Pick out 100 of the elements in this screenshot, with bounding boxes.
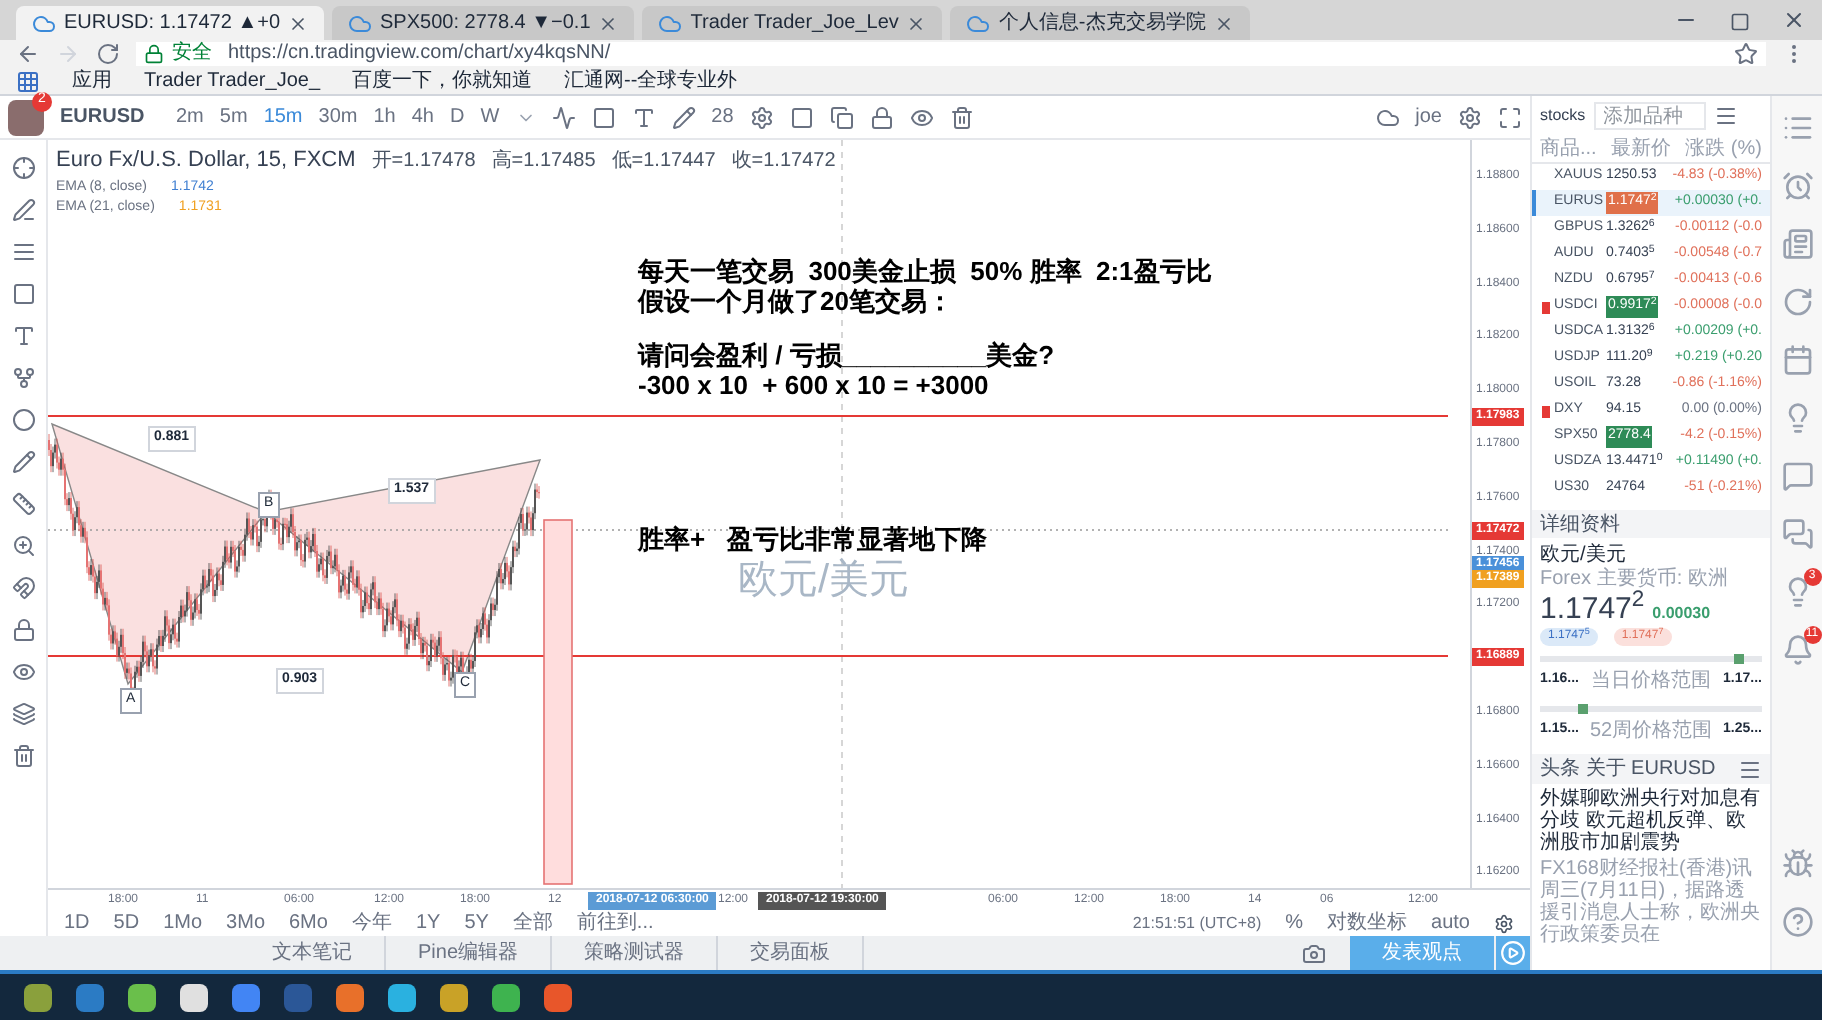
symbol-field[interactable]: EURUSD	[60, 102, 160, 132]
legend-title[interactable]: Euro Fx/U.S. Dollar, 15, FXCM	[56, 144, 356, 177]
rectangle-icon[interactable]	[591, 105, 616, 129]
details-header[interactable]: 详细资料	[1532, 510, 1770, 538]
ohlc-value: 低=1.17447	[611, 147, 716, 176]
maximize-icon[interactable]	[1730, 12, 1750, 32]
pencil-icon[interactable]	[671, 105, 696, 129]
range-label: 52周价格范围	[1589, 717, 1713, 746]
browser-tab[interactable]: EURUSD: 1.17472 ▲+0	[16, 6, 325, 40]
fork-icon[interactable]	[11, 366, 35, 390]
chart-type-icon[interactable]	[551, 105, 576, 129]
range-button[interactable]: 1Mo	[163, 913, 203, 933]
taskbar-app-icon[interactable]	[128, 983, 156, 1011]
range-button[interactable]: 5D	[113, 913, 140, 933]
interval-button[interactable]: 30m	[318, 102, 358, 132]
range-button[interactable]: 今年	[351, 913, 392, 933]
close-icon[interactable]	[598, 13, 619, 33]
interval-button[interactable]: 1h	[373, 102, 396, 132]
font-size-select[interactable]: 28	[711, 102, 734, 132]
range-button[interactable]: 5Y	[464, 913, 489, 933]
apps-icon[interactable]	[16, 69, 40, 93]
menu-icon[interactable]	[1738, 757, 1762, 781]
chart-watermark: 欧元/美元	[738, 556, 910, 606]
lock-icon[interactable]	[11, 618, 35, 642]
text-icon[interactable]	[631, 105, 656, 129]
interval-button[interactable]: 2m	[176, 102, 204, 132]
close-icon[interactable]	[906, 13, 927, 33]
layers-icon[interactable]	[11, 702, 35, 726]
trend-line-icon[interactable]	[11, 198, 35, 222]
zoom-icon[interactable]	[11, 534, 35, 558]
browser-tab[interactable]: Trader Trader_Joe_Lev	[642, 6, 943, 40]
settings-icon[interactable]	[1494, 913, 1514, 933]
chart-note: -300 x 10 + 600 x 10 = +3000	[638, 370, 991, 400]
taskbar-app-icon[interactable]	[336, 983, 364, 1011]
close-icon[interactable]	[288, 13, 309, 33]
settings-icon[interactable]	[749, 105, 774, 129]
interval-button[interactable]: D	[449, 102, 465, 132]
auto-scale-toggle[interactable]: auto	[1431, 913, 1470, 933]
copy-icon[interactable]	[829, 105, 854, 129]
lock-icon[interactable]	[869, 105, 894, 129]
taskbar-app-icon[interactable]	[388, 983, 416, 1011]
circle-icon[interactable]	[11, 408, 35, 432]
taskbar-app-icon[interactable]	[24, 983, 52, 1011]
ruler-icon[interactable]	[11, 492, 35, 516]
taskbar-app-icon[interactable]	[440, 983, 468, 1011]
magnet-icon[interactable]	[11, 576, 35, 600]
range-button[interactable]: 3Mo	[226, 913, 265, 933]
bookmark-link[interactable]: Trader Trader_Joe_	[144, 71, 321, 91]
chart-note: 胜率+ 盈亏比非常显著地下降	[638, 522, 987, 558]
fill-icon[interactable]	[789, 105, 814, 129]
menu-icon[interactable]	[1713, 104, 1738, 128]
eye-icon[interactable]	[909, 105, 934, 129]
range-button[interactable]: 6Mo	[289, 913, 328, 933]
settings-icon[interactable]	[1458, 105, 1482, 129]
close-icon[interactable]	[1782, 8, 1806, 32]
browser-tab[interactable]: 个人信息-杰克交易学院	[950, 6, 1250, 40]
trash-icon[interactable]	[949, 105, 974, 129]
add-symbol-field[interactable]: 添加品种	[1593, 102, 1706, 130]
bookmark-link[interactable]: 汇通网--全球专业外	[564, 71, 738, 91]
user-menu[interactable]: joe	[1415, 102, 1442, 132]
back-icon[interactable]	[16, 42, 40, 66]
camera-icon[interactable]	[1302, 941, 1326, 965]
crosshair-icon[interactable]	[11, 156, 35, 180]
bell-icon[interactable]	[1781, 634, 1813, 666]
lines-icon[interactable]	[11, 240, 35, 264]
percent-toggle[interactable]: %	[1285, 913, 1304, 933]
log-scale-toggle[interactable]: 对数坐标	[1327, 913, 1408, 933]
goto-button[interactable]: 前往到...	[576, 913, 654, 933]
interval-button[interactable]: 4h	[411, 102, 434, 132]
interval-button[interactable]: W	[480, 102, 500, 132]
lock-icon	[144, 44, 164, 64]
text-icon[interactable]	[11, 324, 35, 348]
range-button[interactable]: 1Y	[415, 913, 441, 933]
close-icon[interactable]	[1213, 13, 1234, 33]
bookmark-link[interactable]: 百度一下，你就知道	[352, 71, 533, 91]
taskbar-app-icon[interactable]	[180, 983, 208, 1011]
address-field[interactable]: 安全 https://cn.tradingview.com/chart/xy4kqsNN/	[136, 42, 1766, 66]
watchlist-name[interactable]: stocks	[1540, 104, 1586, 128]
browser-tab[interactable]: SPX500: 2778.4 ▼−0.1	[332, 6, 635, 40]
cloud-icon[interactable]	[1375, 105, 1400, 129]
eye-icon[interactable]	[11, 660, 35, 684]
column-header[interactable]: 商品...	[1540, 134, 1597, 164]
trash-icon[interactable]	[11, 744, 35, 768]
range-button[interactable]: 1D	[64, 913, 90, 933]
column-header[interactable]: 涨跌 (%)	[1685, 134, 1762, 164]
interval-button[interactable]: 5m	[219, 102, 248, 132]
interval-button[interactable]: 15m	[263, 102, 303, 132]
fullscreen-icon[interactable]	[1498, 105, 1522, 129]
rectangle-icon[interactable]	[11, 282, 35, 306]
reload-icon[interactable]	[96, 42, 120, 66]
range-button[interactable]: 全部	[512, 913, 553, 933]
ohlc-value: 高=1.17485	[491, 147, 596, 176]
column-header[interactable]: 最新价	[1611, 134, 1671, 164]
chart-note: 请问会盈利 / 亏损__________美金?	[638, 340, 1057, 370]
bookmark-link[interactable]: 应用	[72, 71, 112, 91]
taskbar-app-icon[interactable]	[492, 983, 520, 1011]
news-header: 头条 关于 EURUSD	[1540, 755, 1716, 784]
pencil-icon[interactable]	[11, 450, 35, 474]
star-icon[interactable]	[1734, 42, 1758, 66]
news-headline[interactable]: 外媒聊欧洲央行对加息有分歧 欧元超机反弹、欧洲股市加剧震势	[1532, 788, 1770, 854]
